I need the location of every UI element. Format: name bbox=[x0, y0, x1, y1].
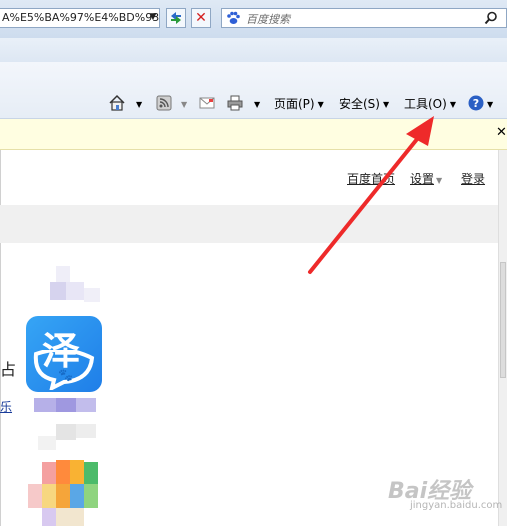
safety-menu-label: 安全(S) bbox=[339, 97, 380, 111]
search-placeholder: 百度搜索 bbox=[246, 13, 290, 26]
stop-icon: ✕ bbox=[195, 10, 207, 26]
safety-menu-caret-icon: ▼ bbox=[382, 100, 390, 109]
svg-text:?: ? bbox=[473, 97, 479, 110]
print-dropdown-icon[interactable]: ▼ bbox=[251, 94, 260, 114]
red-arrow-annotation bbox=[308, 116, 434, 274]
app-tile-paw-icon: 🐾 bbox=[58, 368, 73, 382]
baidu-paw-icon bbox=[227, 11, 240, 24]
help-icon[interactable]: ? bbox=[467, 94, 485, 112]
app-icon-tile[interactable]: 泽 🐾 bbox=[26, 316, 102, 392]
home-dropdown-icon[interactable]: ▼ bbox=[133, 94, 142, 114]
mail-icon[interactable] bbox=[198, 94, 216, 112]
refresh-button[interactable] bbox=[166, 8, 186, 28]
home-icon[interactable] bbox=[108, 94, 126, 112]
left-partial-link[interactable]: 乐 bbox=[0, 398, 12, 415]
favorites-bar bbox=[0, 38, 507, 63]
address-dropdown-icon[interactable]: ▼ bbox=[148, 12, 158, 24]
scrollbar-thumb[interactable] bbox=[500, 262, 506, 378]
watermark-site-text: jingyan.baidu.com bbox=[410, 500, 503, 511]
feeds-dropdown-icon[interactable]: ▼ bbox=[178, 94, 187, 114]
info-bar-close-icon[interactable]: ✕ bbox=[496, 124, 507, 142]
tools-menu-label: 工具(O) bbox=[404, 97, 447, 111]
login-link[interactable]: 登录 bbox=[461, 170, 485, 187]
print-icon[interactable] bbox=[226, 94, 244, 112]
feeds-icon[interactable] bbox=[155, 94, 173, 112]
address-field[interactable]: A%E5%BA%97%E4%BD%93&rsv_ bbox=[0, 8, 160, 28]
search-input[interactable]: 百度搜索 bbox=[221, 8, 507, 28]
page-menu-caret-icon: ▼ bbox=[317, 100, 324, 109]
tools-menu-caret-icon: ▼ bbox=[449, 100, 456, 109]
stop-button[interactable]: ✕ bbox=[191, 8, 211, 28]
help-dropdown-icon[interactable]: ▼ bbox=[484, 94, 493, 114]
left-partial-text: 占 bbox=[0, 360, 17, 379]
page-menu-label: 页面(P) bbox=[274, 97, 315, 111]
refresh-icon bbox=[171, 12, 181, 24]
search-icon[interactable] bbox=[484, 11, 498, 25]
